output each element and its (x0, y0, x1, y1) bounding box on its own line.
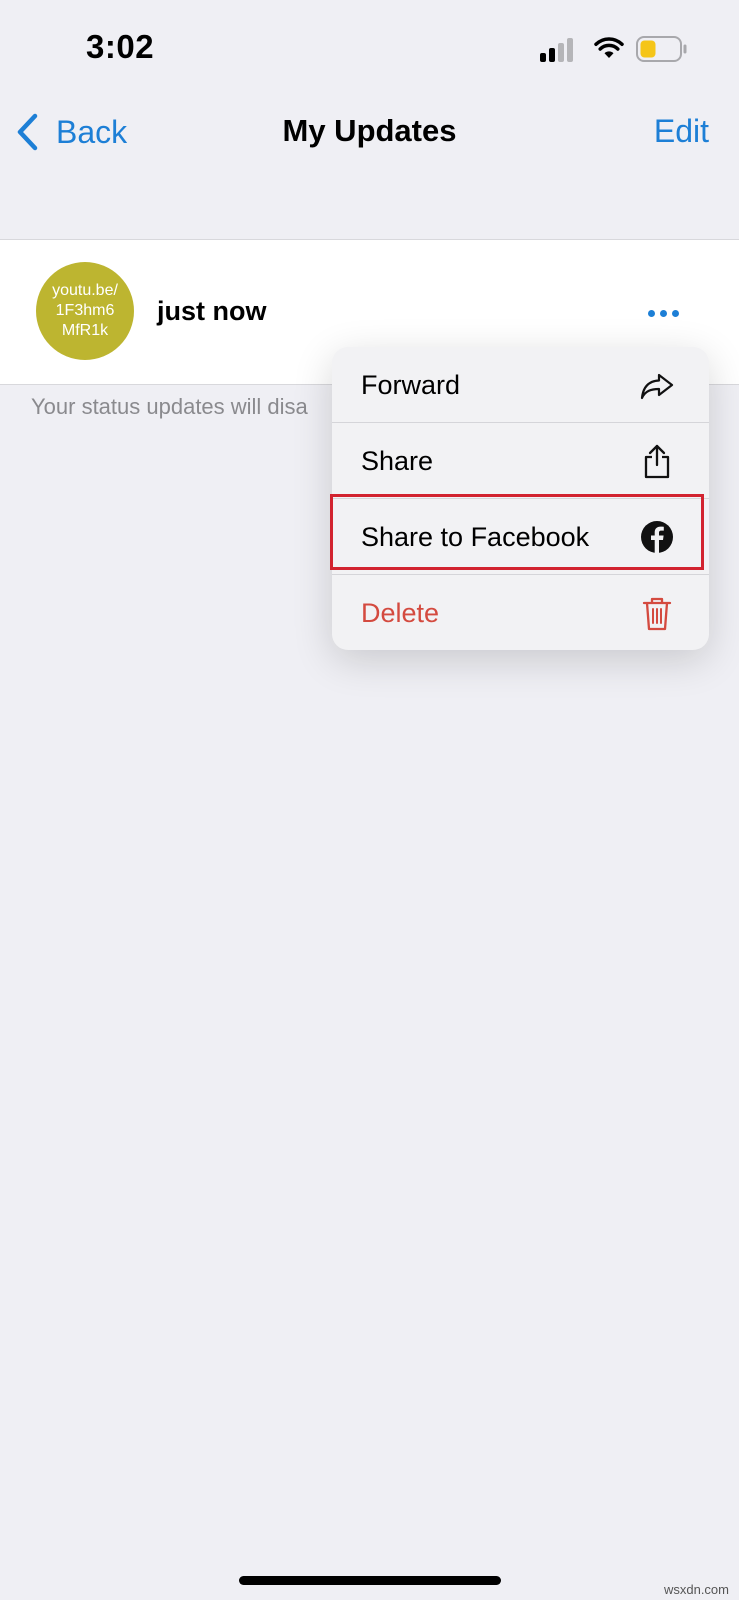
thumbnail-text-line: 1F3hm6 (55, 302, 115, 319)
status-thumbnail[interactable]: youtu.be/ 1F3hm6 MfR1k (36, 262, 134, 360)
menu-item-label: Share to Facebook (361, 521, 590, 552)
home-indicator[interactable] (239, 1576, 501, 1585)
thumbnail-text-line: youtu.be/ (52, 282, 118, 299)
menu-item-label: Forward (361, 369, 461, 400)
menu-item-delete[interactable]: Delete (332, 575, 709, 650)
status-footnote: Your status updates will disa (31, 394, 308, 419)
update-time: just now (157, 296, 267, 326)
status-bar: 3:02 (0, 0, 739, 90)
context-menu: Forward Share Share to Facebook Delete (332, 347, 709, 650)
forward-arrow-icon (640, 373, 674, 400)
share-icon (644, 444, 670, 479)
menu-item-label: Share (361, 445, 434, 476)
thumbnail-text-line: MfR1k (61, 322, 109, 339)
edit-button[interactable]: Edit (654, 113, 709, 150)
menu-item-share-to-facebook[interactable]: Share to Facebook (332, 499, 709, 575)
menu-item-label: Delete (361, 597, 440, 628)
trash-icon (642, 597, 672, 631)
wifi-icon (594, 37, 624, 58)
facebook-icon (641, 521, 673, 553)
status-time: 3:02 (86, 28, 155, 65)
cellular-signal-icon (540, 36, 576, 62)
battery-low-icon (636, 36, 687, 62)
page-title: My Updates (282, 113, 457, 148)
navigation-bar: Back My Updates Edit (0, 95, 739, 165)
more-options-icon[interactable] (648, 304, 688, 322)
menu-item-forward[interactable]: Forward (332, 347, 709, 423)
watermark: wsxdn.com (663, 1582, 729, 1597)
menu-item-share[interactable]: Share (332, 423, 709, 499)
